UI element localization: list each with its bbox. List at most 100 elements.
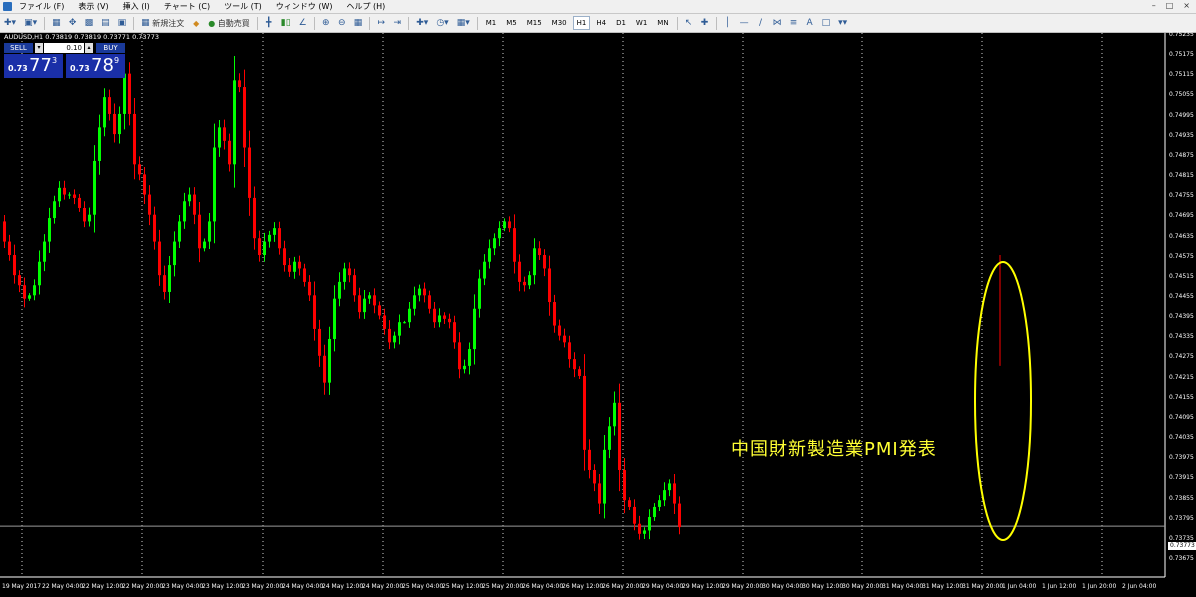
close-icon[interactable]: × (1183, 1, 1190, 10)
price-tick-label: 0.74995 (1169, 111, 1194, 119)
candle-bear (543, 255, 546, 269)
candle-bear (23, 285, 26, 299)
profiles-icon[interactable]: ▣▾ (21, 16, 40, 30)
price-tick-label: 0.74455 (1169, 293, 1194, 300)
timeframe-h4[interactable]: H4 (592, 16, 610, 30)
annotation-ellipse (974, 261, 1032, 541)
line-chart-icon[interactable]: ∠ (296, 16, 310, 30)
fibonacci-icon[interactable]: ≡ (787, 16, 801, 30)
candle-bear (288, 265, 291, 272)
new-chart-icon[interactable]: ✚▾ (1, 16, 19, 30)
horizontal-line-icon[interactable]: — (737, 16, 752, 30)
candle-bull (478, 278, 481, 309)
time-tick-label: 24 May 20:00 (362, 583, 404, 590)
timeframe-m15[interactable]: M15 (523, 16, 546, 30)
templates-icon[interactable]: ▦▾ (454, 16, 473, 30)
timeframe-w1[interactable]: W1 (632, 16, 651, 30)
zoom-in-icon[interactable]: ⊕ (319, 16, 333, 30)
vertical-line-icon[interactable]: │ (721, 16, 735, 30)
toolbar-separator (408, 16, 410, 30)
menu-insert[interactable]: 挿入 (I) (116, 1, 157, 12)
price-tick-label: 0.74815 (1169, 172, 1194, 180)
autoscroll-icon[interactable]: ↦ (374, 16, 388, 30)
market-watch-icon[interactable]: ▦ (49, 16, 64, 30)
tile-windows-icon[interactable]: ▦ (351, 16, 366, 30)
trendline-icon[interactable]: ∕ (754, 16, 768, 30)
timeframe-m5[interactable]: M5 (502, 16, 521, 30)
bar-chart-icon[interactable]: ╋ (262, 16, 276, 30)
metaeditor-icon[interactable]: ◆ (189, 16, 203, 30)
menu-view[interactable]: 表示 (V) (71, 1, 115, 12)
menu-window[interactable]: ウィンドウ (W) (269, 1, 340, 12)
navigator-icon[interactable]: ▩ (82, 16, 97, 30)
price-tick-label: 0.74215 (1169, 373, 1194, 381)
terminal-icon[interactable]: ▤ (98, 16, 113, 30)
minimize-icon[interactable]: – (1152, 1, 1156, 10)
lot-dropdown-icon[interactable]: ▾ (35, 43, 43, 53)
menu-bar: ファイル (F) 表示 (V) 挿入 (I) チャート (C) ツール (T) … (0, 0, 1196, 14)
timeframe-mn[interactable]: MN (653, 16, 672, 30)
candle-bull (183, 201, 186, 222)
time-tick-label: 23 May 20:00 (242, 583, 284, 590)
restore-icon[interactable]: □ (1166, 1, 1174, 10)
candle-bear (83, 207, 86, 222)
candle-bull (118, 113, 121, 135)
timeframe-m30[interactable]: M30 (548, 16, 571, 30)
candle-bull (483, 261, 486, 279)
auto-trading-button[interactable]: ● 自動売買 (205, 16, 253, 30)
candle-bull (658, 500, 661, 507)
sell-price-pip: 3 (52, 56, 58, 65)
lot-size-input[interactable]: 0.10 (44, 43, 84, 53)
candle-bear (313, 295, 316, 329)
zoom-out-icon[interactable]: ⊖ (335, 16, 349, 30)
menu-tools[interactable]: ツール (T) (217, 1, 269, 12)
timeframe-h1[interactable]: H1 (572, 16, 591, 30)
crosshair-icon[interactable]: ✚ (698, 16, 712, 30)
candle-bear (548, 268, 551, 303)
candle-bear (78, 197, 81, 208)
price-tick-label: 0.74515 (1169, 272, 1194, 280)
chart-area[interactable]: AUDUSD,H1 0.73819 0.73819 0.73771 0.7377… (0, 31, 1196, 597)
candle-bear (18, 275, 21, 286)
text-label-icon[interactable]: □ (819, 16, 834, 30)
equidistant-channel-icon[interactable]: ⋈ (770, 16, 785, 30)
sell-price-box[interactable]: 0.73 77 3 (4, 54, 63, 78)
candle-bear (628, 500, 631, 507)
menu-chart[interactable]: チャート (C) (157, 1, 217, 12)
buy-button[interactable]: BUY (96, 43, 125, 53)
data-window-icon[interactable]: ✥ (66, 16, 80, 30)
buy-price-box[interactable]: 0.73 78 9 (66, 54, 125, 78)
candle-bull (273, 228, 276, 235)
candle-bull (58, 187, 61, 202)
candle-bull (38, 261, 41, 286)
candle-bear (153, 214, 156, 242)
text-icon[interactable]: A (803, 16, 817, 30)
candle-bear (358, 295, 361, 313)
time-tick-label: 30 May 12:00 (802, 583, 844, 590)
arrows-icon[interactable]: ▾▾ (835, 16, 850, 30)
candlestick-chart[interactable] (0, 33, 1196, 597)
candlestick-icon[interactable]: ▮▯ (278, 16, 294, 30)
timeframe-d1[interactable]: D1 (612, 16, 630, 30)
auto-trading-icon: ● (208, 18, 216, 28)
price-tick-label: 0.74875 (1169, 151, 1194, 159)
candle-bull (533, 248, 536, 276)
sell-button[interactable]: SELL (4, 43, 33, 53)
candle-bear (3, 221, 6, 242)
candle-bull (343, 268, 346, 282)
cursor-icon[interactable]: ↖ (682, 16, 696, 30)
candle-bear (143, 174, 146, 195)
menu-help[interactable]: ヘルプ (H) (339, 1, 392, 12)
candle-bear (248, 147, 251, 198)
chart-shift-icon[interactable]: ⇥ (390, 16, 404, 30)
tester-icon[interactable]: ▣ (115, 16, 130, 30)
menu-file[interactable]: ファイル (F) (12, 1, 71, 12)
buy-price-prefix: 0.73 (70, 64, 90, 73)
indicators-icon[interactable]: ✚▾ (413, 16, 431, 30)
candle-bear (583, 375, 586, 450)
candle-bull (293, 261, 296, 272)
timeframe-m1[interactable]: M1 (482, 16, 501, 30)
lot-stepper-icon[interactable]: ▴ (85, 43, 93, 53)
new-order-button[interactable]: ▦ 新規注文 (138, 16, 187, 30)
periods-icon[interactable]: ◷▾ (433, 16, 451, 30)
